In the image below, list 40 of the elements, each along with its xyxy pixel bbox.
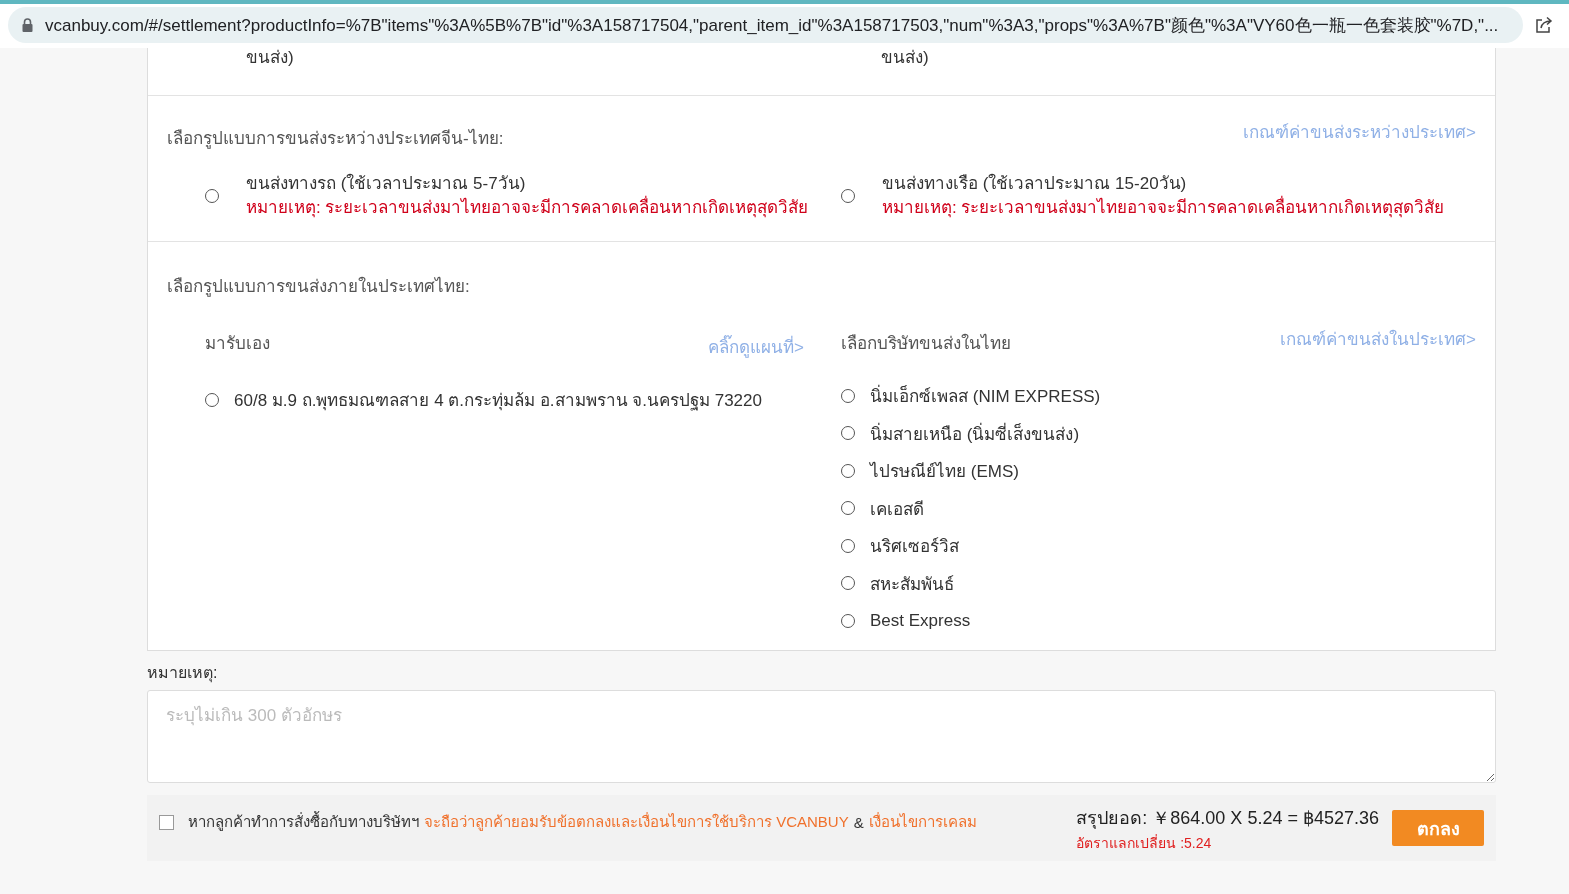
agree-checkbox[interactable] bbox=[159, 814, 174, 830]
section-heading: เลือกรูปแบบการขนส่งระหว่างประเทศจีน-ไทย: bbox=[167, 127, 504, 151]
shipping-note: หมายเหตุ: ระยะเวลาขนส่งมาไทยอาจจะมีการคลาดเคลื่อนหากเกิดเหตุสุดวิสัย bbox=[246, 197, 809, 218]
radio-button[interactable] bbox=[841, 538, 855, 553]
radio-button[interactable] bbox=[841, 188, 855, 203]
radio-button[interactable] bbox=[205, 392, 219, 407]
lock-icon bbox=[22, 18, 33, 32]
radio-button[interactable] bbox=[841, 463, 855, 478]
carrier-option[interactable]: นริศเซอร์วิส bbox=[870, 532, 959, 560]
address-bar[interactable]: vcanbuy.com/#/settlement?productInfo=%7B"items"%3A%5B%7B"id"%3A158717504,"parent_item_id"%3A158717503,"num"%3A3,"props"%3A%7B"颜色"%3A"VY60色一瓶一色套装胶"%7D,"... bbox=[8, 7, 1523, 43]
url-text: vcanbuy.com/#/settlement?productInfo=%7B"items"%3A%5B%7B"id"%3A158717504,"parent_item_id"%3A158717503,"num"%3A3,"props"%3A%7B"颜色"%3A"VY60色一瓶一色套装胶"%7D,"... bbox=[45, 14, 1500, 37]
share-icon[interactable] bbox=[1535, 16, 1553, 34]
carrier-option[interactable]: นิ่มเอ็กซ์เพลส (NIM EXPRESS) bbox=[870, 382, 1101, 410]
carrier-option[interactable]: Best Express bbox=[870, 610, 971, 631]
radio-button[interactable] bbox=[841, 501, 855, 516]
shipping-note: หมายเหตุ: ระยะเวลาขนส่งมาไทยอาจจะมีการคลาดเคลื่อนหากเกิดเหตุสุดวิสัย bbox=[882, 197, 1445, 218]
pickup-address-option[interactable]: 60/8 ม.9 ถ.พุทธมณฑลสาย 4 ต.กระทุ่มล้ม อ.สามพราน จ.นครปฐม 73220 bbox=[234, 386, 762, 414]
radio-button[interactable] bbox=[841, 576, 855, 591]
total-amount: ￥864.00 X 5.24 = ฿4527.36 bbox=[1152, 807, 1379, 828]
agreement-text: หากลูกค้าทำการสั่งซื้อกับทางบริษัทฯ bbox=[188, 810, 419, 833]
carrier-option[interactable]: สหะสัมพันธ์ bbox=[870, 569, 954, 597]
exchange-rate: อัตราแลกเปลี่ยน :5.24 bbox=[1076, 833, 1213, 853]
radio-button[interactable] bbox=[841, 388, 855, 403]
ampersand-text: & bbox=[853, 813, 864, 831]
remark-label: หมายเหตุ: bbox=[147, 663, 219, 685]
total-label: สรุปยอด: bbox=[1076, 807, 1148, 828]
section-heading: เลือกรูปแบบการขนส่งภายในประเทศไทย: bbox=[167, 275, 470, 299]
carrier-option[interactable]: เคเอสดี bbox=[870, 494, 924, 522]
subsection-title: มารับเอง bbox=[205, 333, 270, 355]
remark-field[interactable]: ระบุไม่เกิน 300 ตัวอักษร bbox=[147, 690, 1496, 783]
radio-button[interactable] bbox=[841, 613, 855, 628]
shipping-option-label: ขนส่งทางเรือ (ใช้เวลาประมาณ 15-20วัน) bbox=[882, 173, 1188, 194]
shipping-option-label: ขนส่งทางรถ (ใช้เวลาประมาณ 5-7วัน) bbox=[246, 173, 527, 194]
carrier-option[interactable]: ไปรษณีย์ไทย (EMS) bbox=[870, 457, 1019, 485]
shipping-option-label: ขนส่ง) bbox=[246, 48, 295, 69]
radio-button[interactable] bbox=[841, 426, 855, 441]
subsection-title: เลือกบริษัทขนส่งในไทย bbox=[841, 332, 1011, 355]
radio-button[interactable] bbox=[205, 188, 219, 203]
shipping-option-label: ขนส่ง) bbox=[881, 48, 930, 69]
carrier-option[interactable]: นิ่มสายเหนือ (นิ่มซี่เส็งขนส่ง) bbox=[870, 419, 1080, 447]
